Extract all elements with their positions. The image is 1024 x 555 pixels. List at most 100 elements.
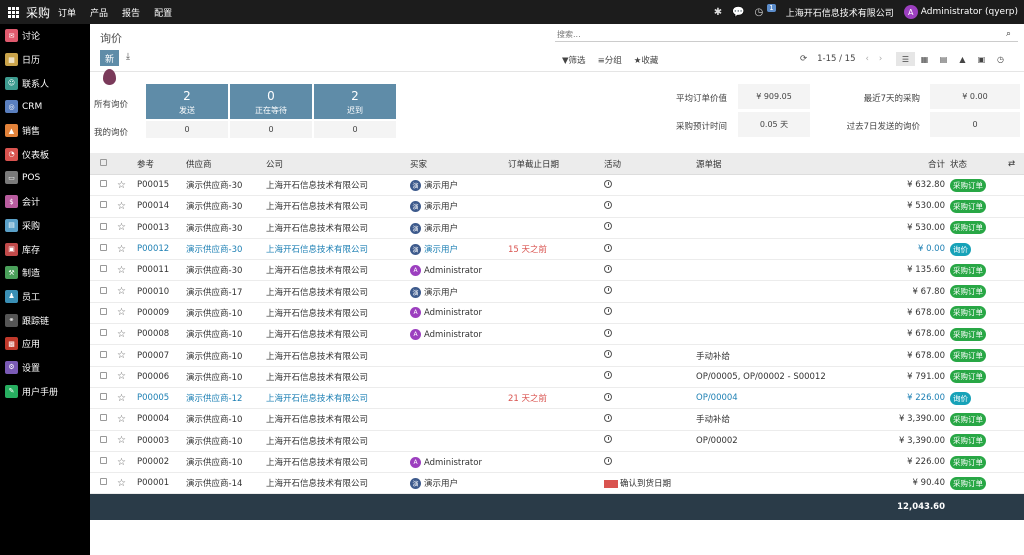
star-icon[interactable]: ☆ bbox=[117, 307, 126, 318]
activity-cell[interactable] bbox=[604, 179, 696, 191]
activity-clock-icon[interactable] bbox=[604, 286, 612, 295]
column-header-vendor[interactable]: 供应商 bbox=[186, 158, 266, 170]
activity-cell[interactable] bbox=[604, 435, 696, 446]
new-button[interactable]: 新 bbox=[100, 50, 119, 66]
row-checkbox[interactable] bbox=[100, 435, 107, 443]
row-checkbox[interactable] bbox=[100, 222, 107, 230]
activity-clock-icon[interactable] bbox=[604, 328, 612, 337]
star-icon[interactable]: ☆ bbox=[117, 329, 126, 340]
star-icon[interactable]: ☆ bbox=[117, 457, 126, 468]
table-row[interactable]: ☆ P00013 演示供应商-30 上海开石信息技术有限公司 演演示用户 ¥ 530.00… bbox=[90, 218, 1024, 239]
sidebar-item-purchase[interactable]: ▤ 采购 bbox=[0, 214, 90, 238]
table-row[interactable]: ☆ P00006 演示供应商-10 上海开石信息技术有限公司 OP/00005, OP/… bbox=[90, 367, 1024, 388]
column-header-company[interactable]: 公司 bbox=[266, 158, 410, 170]
apps-menu-icon[interactable] bbox=[2, 6, 24, 18]
star-icon[interactable]: ☆ bbox=[117, 478, 126, 489]
activity-clock-icon[interactable] bbox=[604, 222, 612, 231]
chat-icon[interactable]: 💬 bbox=[732, 7, 744, 18]
top-menu-item[interactable]: 订单 bbox=[58, 6, 76, 19]
refresh-icon[interactable]: ⟳ bbox=[800, 54, 807, 64]
search-input[interactable] bbox=[555, 28, 1018, 42]
column-header-source[interactable]: 源单据 bbox=[696, 158, 886, 170]
star-icon[interactable]: ☆ bbox=[117, 393, 126, 404]
table-row[interactable]: ☆ P00003 演示供应商-10 上海开石信息技术有限公司 OP/00002 ¥ 3,3… bbox=[90, 431, 1024, 452]
sidebar-item-inventory[interactable]: ▣ 库存 bbox=[0, 237, 90, 261]
list-view-icon[interactable]: ☰ bbox=[896, 52, 915, 66]
activity-clock-icon[interactable] bbox=[604, 243, 612, 252]
row-checkbox[interactable] bbox=[100, 478, 107, 486]
row-checkbox[interactable] bbox=[100, 265, 107, 273]
sidebar-item-sales[interactable]: ▲ 销售 bbox=[0, 119, 90, 143]
activity-cell[interactable]: 确认到货日期 bbox=[604, 477, 696, 489]
star-icon[interactable]: ☆ bbox=[117, 265, 126, 276]
my-rfq-count[interactable]: 0 bbox=[314, 121, 396, 138]
row-checkbox[interactable] bbox=[100, 307, 107, 315]
select-all-checkbox[interactable] bbox=[100, 158, 107, 166]
activity-clock-icon[interactable] bbox=[604, 392, 612, 401]
table-row[interactable]: ☆ P00007 演示供应商-10 上海开石信息技术有限公司 手动补给 ¥ 678.00 采… bbox=[90, 345, 1024, 367]
row-checkbox[interactable] bbox=[100, 393, 107, 401]
column-header-activity[interactable]: 活动 bbox=[604, 158, 696, 170]
table-row[interactable]: ☆ P00011 演示供应商-30 上海开石信息技术有限公司 A Administrato… bbox=[90, 260, 1024, 282]
favorites-button[interactable]: ★收藏 bbox=[634, 54, 659, 66]
activity-clock-icon[interactable] bbox=[604, 307, 612, 316]
activity-cell[interactable] bbox=[604, 413, 696, 425]
sidebar-item-apps[interactable]: ▩ 应用 bbox=[0, 332, 90, 356]
top-menu-item[interactable]: 配置 bbox=[154, 6, 172, 19]
row-checkbox[interactable] bbox=[100, 350, 107, 358]
activity-cell[interactable] bbox=[604, 286, 696, 297]
activity-cell[interactable] bbox=[604, 243, 696, 255]
pivot-view-icon[interactable]: ▤ bbox=[934, 52, 953, 66]
sidebar-item-contacts[interactable]: ☺ 联系人 bbox=[0, 71, 90, 95]
star-icon[interactable]: ☆ bbox=[117, 371, 126, 382]
star-icon[interactable]: ☆ bbox=[117, 244, 126, 255]
activity-clock-icon[interactable] bbox=[604, 413, 612, 422]
activity-cell[interactable] bbox=[604, 307, 696, 318]
group-by-button[interactable]: ≡分组 bbox=[598, 54, 622, 66]
star-icon[interactable]: ☆ bbox=[117, 180, 126, 191]
row-checkbox[interactable] bbox=[100, 371, 107, 379]
sidebar-item-crm[interactable]: ◎ CRM bbox=[0, 95, 90, 119]
table-row[interactable]: ☆ P00014 演示供应商-30 上海开石信息技术有限公司 演演示用户 ¥ 530.00… bbox=[90, 196, 1024, 218]
row-checkbox[interactable] bbox=[100, 180, 107, 188]
company-switcher[interactable]: 上海开石信息技术有限公司 bbox=[786, 6, 894, 19]
user-menu[interactable]: A Administrator (qyerp) bbox=[903, 5, 1018, 19]
sidebar-item-manufacturing[interactable]: ⚒ 制造 bbox=[0, 261, 90, 285]
sidebar-item-link-tracker[interactable]: ⚭ 跟踪链 bbox=[0, 308, 90, 332]
activity-cell[interactable] bbox=[604, 328, 696, 340]
sidebar-item-manual[interactable]: ✎ 用户手册 bbox=[0, 379, 90, 403]
star-icon[interactable]: ☆ bbox=[117, 414, 126, 425]
column-header-buyer[interactable]: 买家 bbox=[410, 158, 506, 170]
sidebar-item-discuss[interactable]: ✉ 讨论 bbox=[0, 24, 90, 48]
graph-view-icon[interactable]: ▲ bbox=[953, 52, 972, 66]
pager-next-icon[interactable]: › bbox=[879, 54, 882, 64]
table-row[interactable]: ☆ P00009 演示供应商-10 上海开石信息技术有限公司 A Administrato… bbox=[90, 303, 1024, 325]
sidebar-item-employees[interactable]: ♟ 员工 bbox=[0, 285, 90, 309]
sidebar-item-settings[interactable]: ⚙ 设置 bbox=[0, 356, 90, 380]
row-checkbox[interactable] bbox=[100, 201, 107, 209]
star-icon[interactable]: ☆ bbox=[117, 222, 126, 233]
activity-cell[interactable] bbox=[604, 392, 696, 404]
table-row[interactable]: ☆ P00001 演示供应商-14 上海开石信息技术有限公司 演演示用户 确认到货日期 ¥ … bbox=[90, 473, 1024, 495]
sidebar-item-calendar[interactable]: ▦ 日历 bbox=[0, 48, 90, 72]
rfq-tile[interactable]: 2 迟到 bbox=[314, 84, 396, 119]
column-header-total[interactable]: 合计 bbox=[876, 158, 945, 170]
activity-clock-icon[interactable] bbox=[604, 200, 612, 209]
activity-clock-icon[interactable] bbox=[604, 350, 612, 359]
table-row[interactable]: ☆ P00015 演示供应商-30 上海开石信息技术有限公司 演演示用户 ¥ 632.80… bbox=[90, 175, 1024, 197]
activity-cell[interactable] bbox=[604, 200, 696, 212]
row-checkbox[interactable] bbox=[100, 286, 107, 294]
row-checkbox[interactable] bbox=[100, 244, 107, 252]
column-header-deadline[interactable]: 订单截止日期 bbox=[508, 158, 604, 170]
star-icon[interactable]: ☆ bbox=[117, 435, 126, 446]
kanban-view-icon[interactable]: ▦ bbox=[915, 52, 934, 66]
sidebar-item-dashboard[interactable]: ◔ 仪表板 bbox=[0, 142, 90, 166]
top-menu-item[interactable]: 报告 bbox=[122, 6, 140, 19]
activity-cell[interactable] bbox=[604, 222, 696, 233]
table-row[interactable]: ☆ P00010 演示供应商-17 上海开石信息技术有限公司 演演示用户 ¥ 67.80 采… bbox=[90, 281, 1024, 303]
activity-clock-icon[interactable] bbox=[604, 264, 612, 273]
pager-value[interactable]: 1-15 / 15 bbox=[817, 54, 855, 64]
star-icon[interactable]: ☆ bbox=[117, 350, 126, 361]
activity-cell[interactable] bbox=[604, 456, 696, 468]
app-name[interactable]: 采购 bbox=[26, 4, 50, 21]
